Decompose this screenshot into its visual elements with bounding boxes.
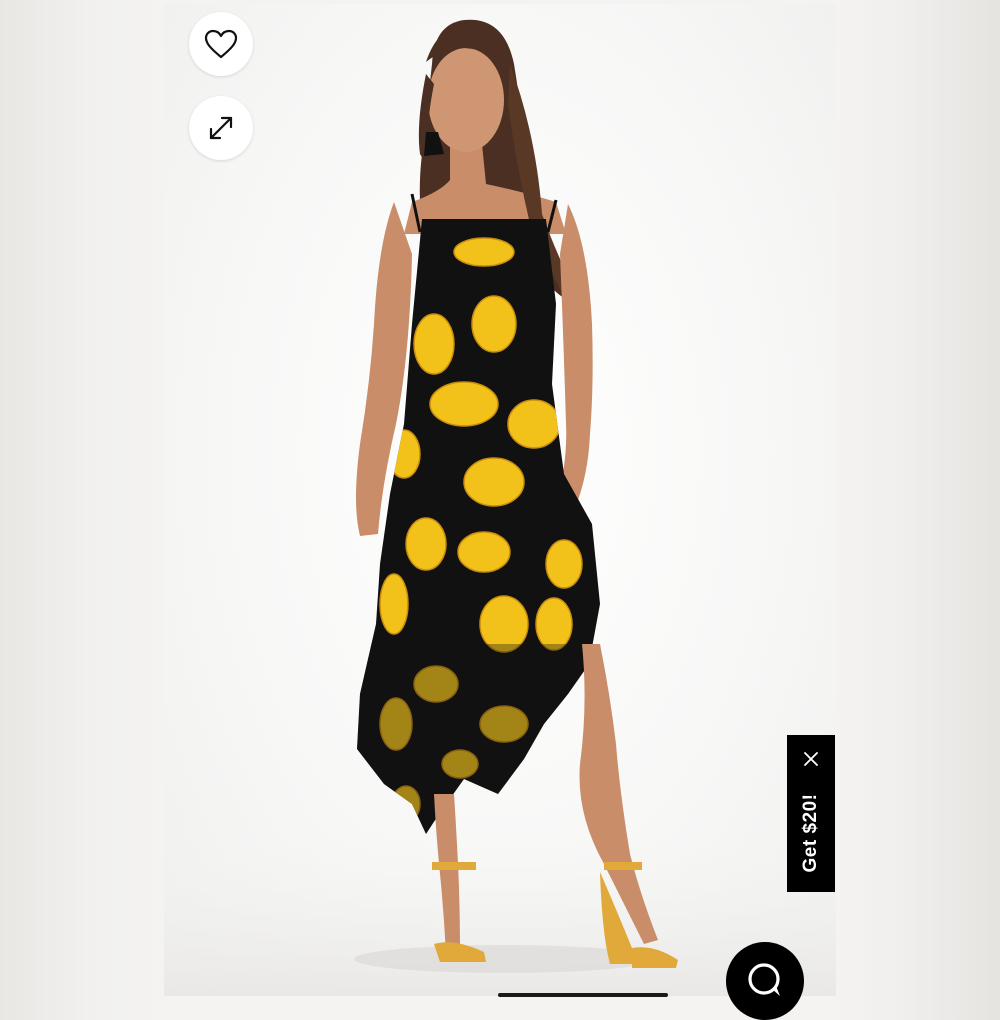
favorite-button[interactable]: [189, 12, 253, 76]
expand-image-button[interactable]: [189, 96, 253, 160]
promo-close-button[interactable]: [799, 747, 823, 771]
product-photo[interactable]: [164, 4, 836, 996]
expand-arrows-icon: [209, 116, 233, 140]
promo-tab[interactable]: Get $20!: [787, 735, 835, 892]
product-image-stage: [164, 4, 836, 996]
promo-label: Get $20!: [800, 793, 821, 873]
close-icon: [804, 752, 818, 766]
home-indicator: [498, 993, 668, 997]
heart-outline-icon: [204, 29, 238, 59]
chat-bubble-icon: [748, 963, 780, 996]
chat-button[interactable]: [726, 942, 804, 1020]
